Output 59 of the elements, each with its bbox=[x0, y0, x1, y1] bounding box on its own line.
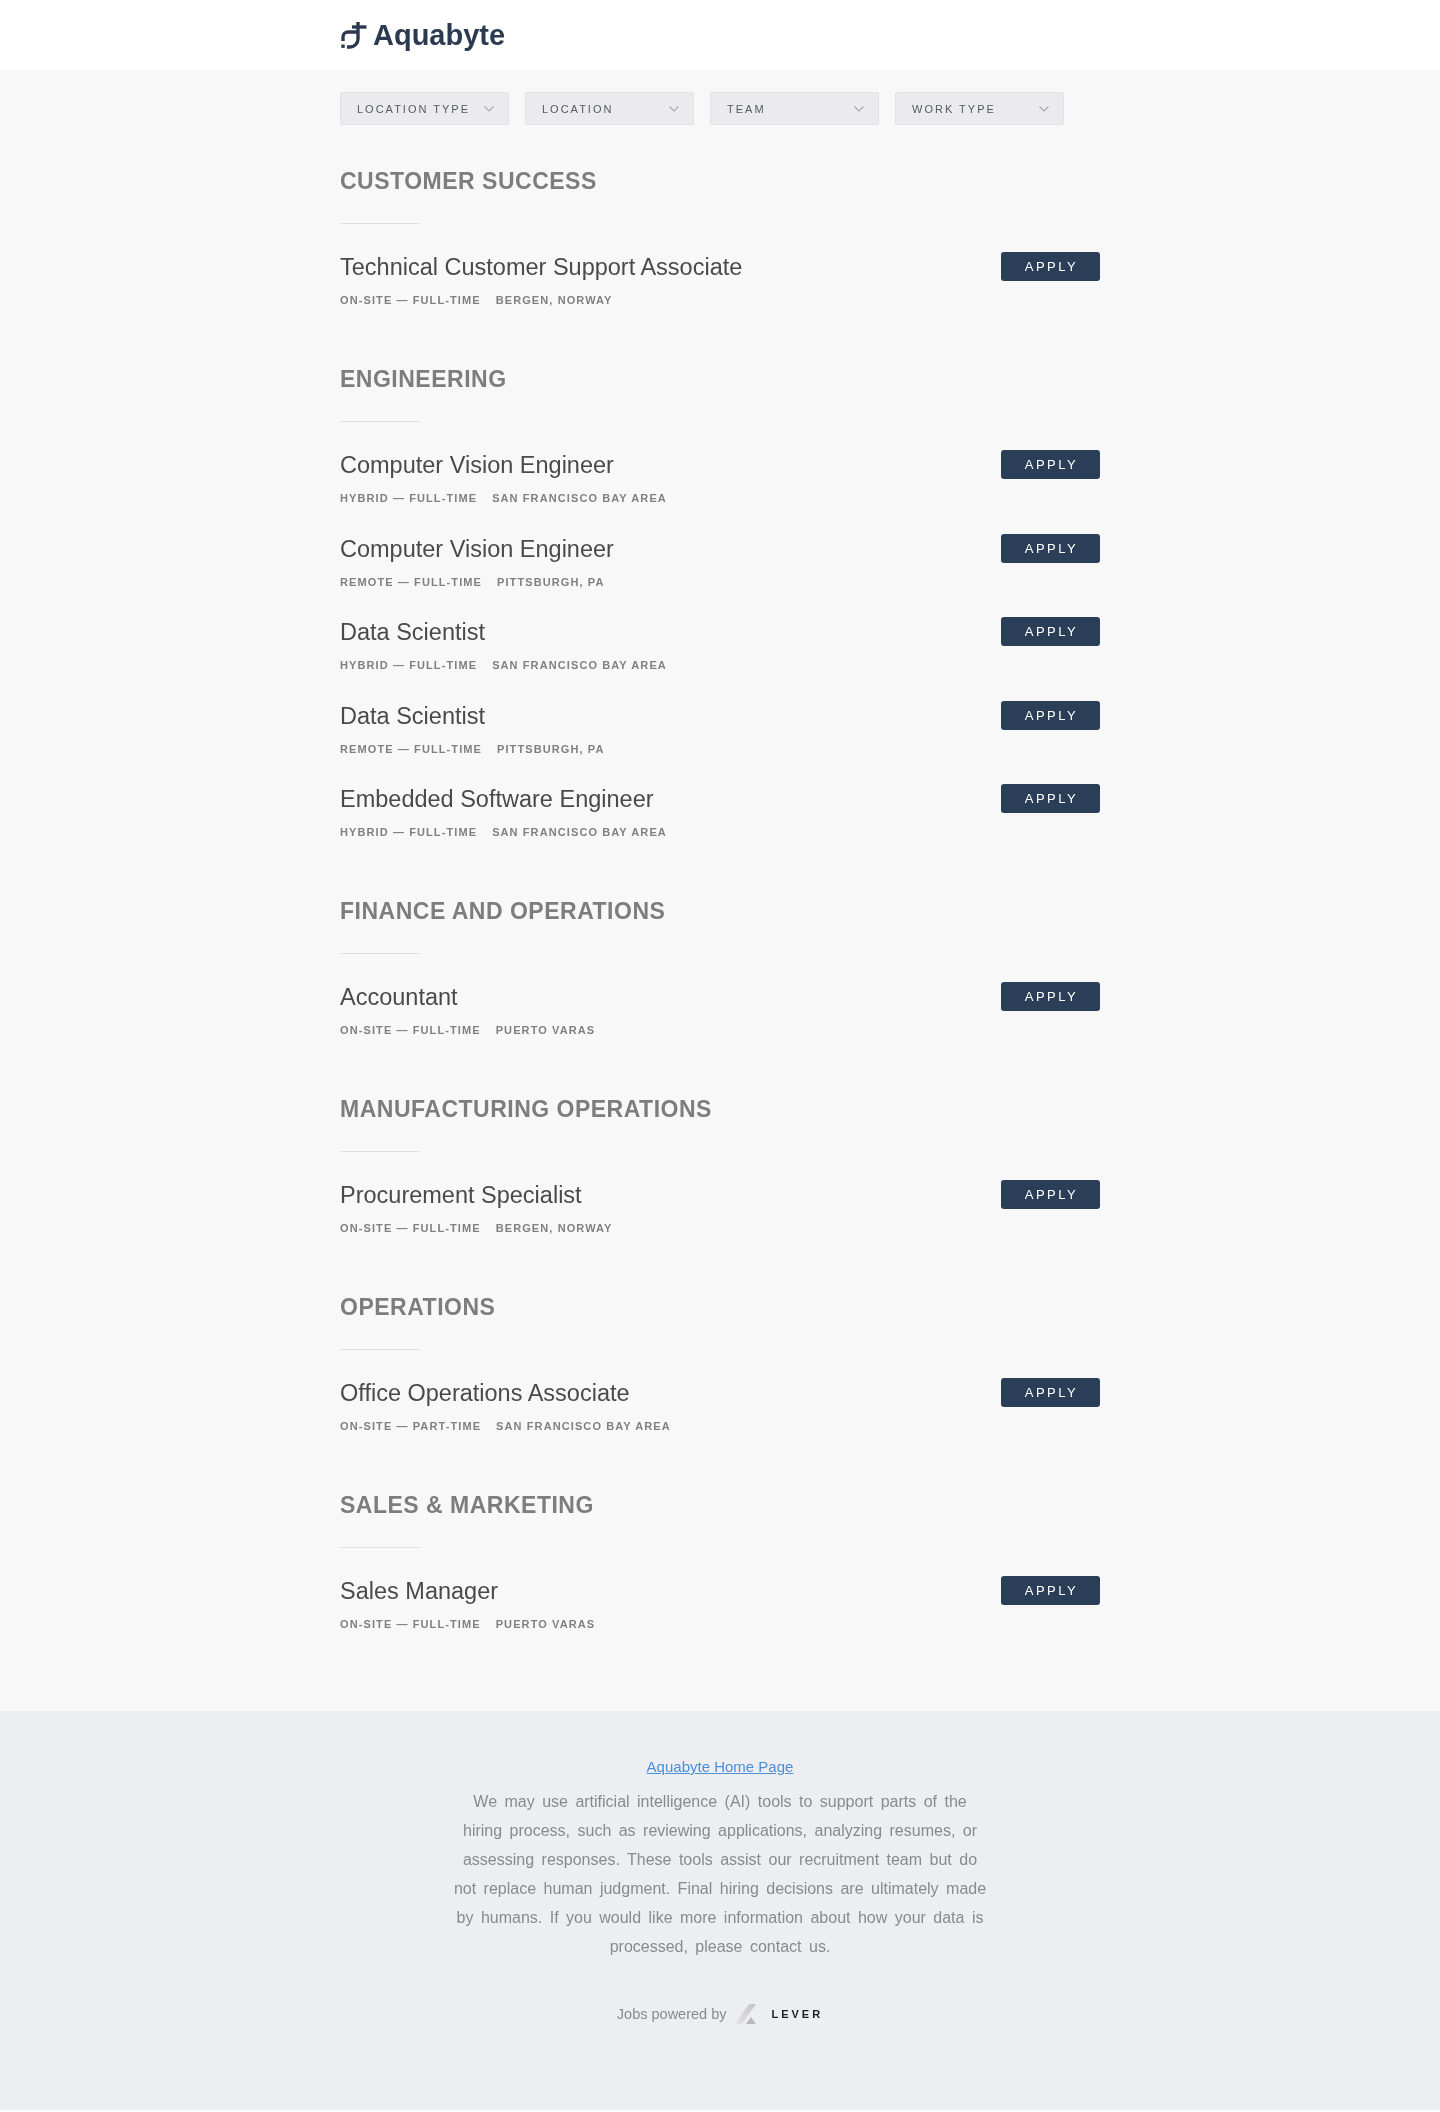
job-commitment: ON-SITE — FULL-TIME bbox=[340, 293, 481, 308]
job-title-link[interactable]: Embedded Software Engineer bbox=[340, 784, 654, 814]
job-title-link[interactable]: Accountant bbox=[340, 982, 458, 1012]
job-title-link[interactable]: Data Scientist bbox=[340, 617, 485, 647]
job-commitment: ON-SITE — FULL-TIME bbox=[340, 1023, 481, 1038]
section-heading: MANUFACTURING OPERATIONS bbox=[340, 1095, 713, 1124]
filter-dropdown[interactable]: LOCATION bbox=[525, 92, 694, 125]
job-commitment: ON-SITE — FULL-TIME bbox=[340, 1221, 481, 1236]
filter-dropdown[interactable]: WORK TYPE bbox=[895, 92, 1064, 125]
chevron-down-icon bbox=[484, 105, 494, 112]
job-title-link[interactable]: Technical Customer Support Associate bbox=[340, 252, 743, 282]
chevron-down-icon bbox=[1039, 105, 1049, 112]
job-commitment: HYBRID — FULL-TIME bbox=[340, 658, 478, 673]
job-title-link[interactable]: Office Operations Associate bbox=[340, 1378, 630, 1408]
job-location: PUERTO VARAS bbox=[495, 1617, 596, 1632]
job-location: SAN FRANCISCO BAY AREA bbox=[492, 491, 667, 506]
logo-text[interactable]: Aquabyte bbox=[373, 18, 506, 52]
ai-notice-text: We may use artificial intelligence (AI) tools to support parts of the hiring process, such as reviewing applications, analyzing resumes, or assessing responses. These tools assist our recruitment team but do not replace human judgment. Final hiring decisions are ultimately made by humans. If you would like more information about how your data is processed, please contact us. bbox=[452, 1792, 988, 1957]
job-commitment: ON-SITE — FULL-TIME bbox=[340, 1617, 481, 1632]
filter-dropdown[interactable]: LOCATION TYPE bbox=[340, 92, 509, 125]
logo-icon bbox=[340, 21, 367, 49]
job-title-link[interactable]: Procurement Specialist bbox=[340, 1180, 582, 1210]
job-location: PITTSBURGH, PA bbox=[497, 741, 605, 757]
job-location: BERGEN, NORWAY bbox=[495, 293, 613, 308]
job-location: SAN FRANCISCO BAY AREA bbox=[496, 1419, 671, 1434]
apply-button[interactable]: APPLY bbox=[1001, 1576, 1100, 1605]
job-location: PUERTO VARAS bbox=[495, 1023, 596, 1038]
apply-button[interactable]: APPLY bbox=[1001, 1180, 1100, 1209]
section-heading: OPERATIONS bbox=[340, 1293, 497, 1322]
apply-button[interactable]: APPLY bbox=[1001, 617, 1100, 646]
job-location: BERGEN, NORWAY bbox=[495, 1221, 613, 1236]
job-title-link[interactable]: Data Scientist bbox=[340, 700, 485, 731]
filter-dropdown[interactable]: TEAM bbox=[710, 92, 879, 125]
chevron-down-icon bbox=[854, 105, 864, 112]
chevron-down-icon bbox=[669, 105, 679, 112]
job-location: SAN FRANCISCO BAY AREA bbox=[492, 825, 667, 840]
job-commitment: HYBRID — FULL-TIME bbox=[340, 491, 478, 506]
job-title-link[interactable]: Sales Manager bbox=[340, 1576, 499, 1606]
apply-button[interactable]: APPLY bbox=[1001, 533, 1100, 563]
section-heading: CUSTOMER SUCCESS bbox=[340, 167, 598, 196]
job-commitment: HYBRID — FULL-TIME bbox=[340, 825, 478, 840]
section-heading: FINANCE AND OPERATIONS bbox=[340, 897, 667, 926]
apply-button[interactable]: APPLY bbox=[1001, 982, 1100, 1011]
job-location: SAN FRANCISCO BAY AREA bbox=[492, 658, 667, 673]
powered-by-text: Jobs powered by bbox=[616, 2006, 727, 2022]
section-heading: ENGINEERING bbox=[340, 365, 508, 394]
brand-wordmark[interactable]: LEVER bbox=[771, 2008, 824, 2020]
job-commitment: REMOTE — FULL-TIME bbox=[340, 574, 482, 590]
apply-button[interactable]: APPLY bbox=[1001, 252, 1100, 281]
apply-button[interactable]: APPLY bbox=[1001, 450, 1100, 479]
job-commitment: ON-SITE — PART-TIME bbox=[340, 1419, 482, 1434]
job-commitment: REMOTE — FULL-TIME bbox=[340, 741, 482, 757]
apply-button[interactable]: APPLY bbox=[1001, 784, 1100, 813]
job-title-link[interactable]: Computer Vision Engineer bbox=[340, 450, 614, 480]
job-location: PITTSBURGH, PA bbox=[497, 574, 605, 590]
apply-button[interactable]: APPLY bbox=[1001, 1378, 1100, 1407]
job-title-link[interactable]: Computer Vision Engineer bbox=[340, 533, 614, 564]
apply-button[interactable]: APPLY bbox=[1001, 700, 1100, 730]
section-heading: SALES & MARKETING bbox=[340, 1491, 595, 1520]
